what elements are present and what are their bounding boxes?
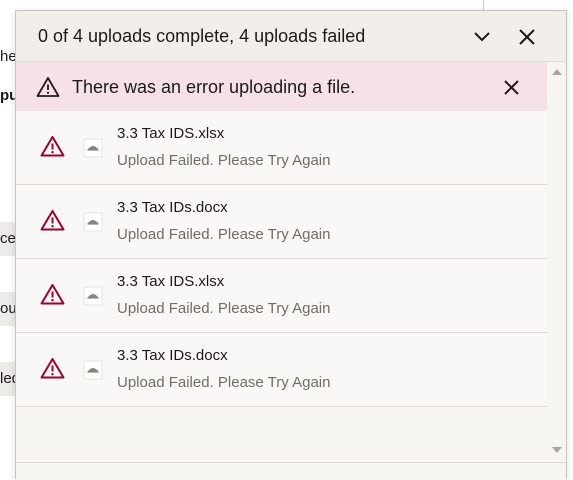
panel-header: 0 of 4 uploads complete, 4 uploads faile…: [16, 11, 566, 62]
scroll-down-arrow[interactable]: [552, 447, 562, 453]
file-name: 3.3 Tax IDs.docx: [117, 199, 228, 216]
warning-icon: [36, 77, 60, 97]
close-icon: [503, 79, 519, 95]
file-icon: [83, 360, 103, 380]
file-icon: [83, 286, 103, 306]
file-name: 3.3 Tax IDS.xlsx: [117, 125, 225, 142]
file-icon: [83, 212, 103, 232]
scroll-up-arrow[interactable]: [552, 69, 562, 75]
alert-icon: [40, 284, 65, 305]
background-chip: ou: [0, 292, 16, 326]
upload-status: Upload Failed. Please Try Again: [117, 152, 331, 169]
list-item[interactable]: 3.3 Tax IDs.docx Upload Failed. Please T…: [16, 333, 547, 407]
collapse-button[interactable]: [468, 23, 496, 51]
close-panel-button[interactable]: [513, 23, 541, 51]
upload-status-panel: 0 of 4 uploads complete, 4 uploads faile…: [15, 10, 567, 480]
background-text: pu: [0, 87, 16, 104]
file-name: 3.3 Tax IDs.docx: [117, 347, 228, 364]
file-icon: [83, 138, 103, 158]
alert-icon: [40, 136, 65, 157]
chevron-down-icon: [474, 32, 490, 42]
upload-status: Upload Failed. Please Try Again: [117, 226, 331, 243]
file-name: 3.3 Tax IDS.xlsx: [117, 273, 225, 290]
close-icon: [519, 29, 535, 45]
background-text: her: [0, 48, 16, 65]
error-message: There was an error uploading a file.: [72, 77, 356, 97]
background-chip: led: [0, 362, 16, 396]
upload-list: 3.3 Tax IDS.xlsx Upload Failed. Please T…: [16, 111, 547, 407]
upload-status: Upload Failed. Please Try Again: [117, 300, 331, 317]
upload-status: Upload Failed. Please Try Again: [117, 374, 331, 391]
list-item[interactable]: 3.3 Tax IDS.xlsx Upload Failed. Please T…: [16, 111, 547, 185]
scrollbar[interactable]: [547, 62, 566, 462]
alert-icon: [40, 358, 65, 379]
list-item[interactable]: 3.3 Tax IDS.xlsx Upload Failed. Please T…: [16, 259, 547, 333]
list-item[interactable]: 3.3 Tax IDs.docx Upload Failed. Please T…: [16, 185, 547, 259]
panel-title: 0 of 4 uploads complete, 4 uploads faile…: [38, 26, 366, 46]
background-chip: ces: [0, 222, 16, 256]
error-banner: There was an error uploading a file.: [16, 62, 547, 111]
dismiss-error-button[interactable]: [498, 74, 524, 100]
panel-footer: [16, 462, 566, 480]
alert-icon: [40, 210, 65, 231]
background-divider: [483, 0, 484, 10]
